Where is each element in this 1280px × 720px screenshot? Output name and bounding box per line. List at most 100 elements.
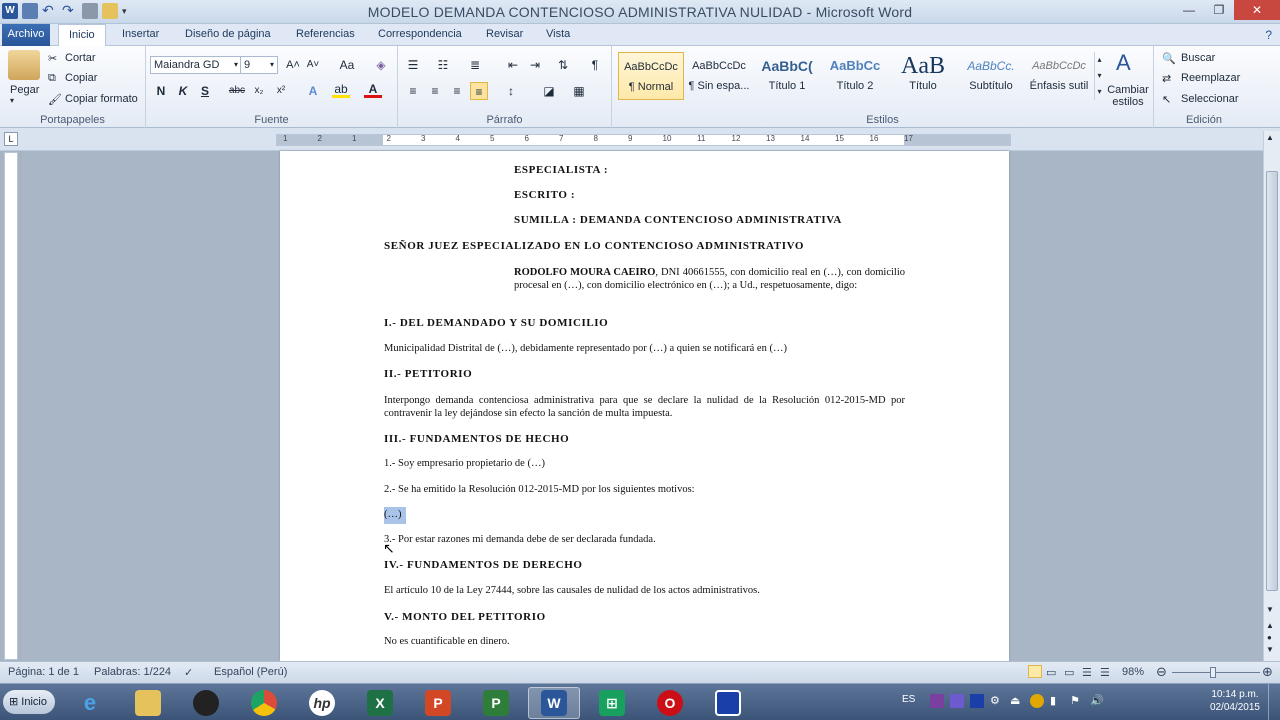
outline-icon[interactable]: ☰	[1082, 666, 1092, 679]
taskbar-publisher[interactable]: P	[470, 687, 522, 719]
justify-icon[interactable]: ≡	[470, 82, 488, 100]
show-desktop-button[interactable]	[1268, 684, 1280, 720]
flag-icon[interactable]: ⚑	[1070, 694, 1084, 708]
usb-icon[interactable]: ⏏	[1010, 694, 1024, 708]
font-color-icon[interactable]: A	[364, 82, 382, 98]
align-left-icon[interactable]: ≡	[404, 82, 422, 100]
paste-icon[interactable]	[8, 50, 40, 80]
scrollbar-thumb[interactable]	[1266, 171, 1278, 591]
word-count[interactable]: Palabras: 1/224	[94, 666, 171, 678]
zoom-level[interactable]: 98%	[1122, 666, 1144, 678]
text-effects-icon[interactable]: A	[304, 82, 322, 100]
tab-archivo[interactable]: Archivo	[2, 24, 50, 46]
taskbar-media[interactable]	[180, 687, 232, 719]
numbering-icon[interactable]: ☷	[434, 56, 452, 74]
strikethrough-button[interactable]: abc	[226, 82, 248, 100]
tab-selector[interactable]: L	[4, 132, 18, 146]
zoom-slider-track[interactable]	[1172, 672, 1260, 673]
sort-icon[interactable]: ⇅	[554, 56, 572, 74]
taskbar-chrome[interactable]	[238, 687, 290, 719]
shading-icon[interactable]: ◪	[540, 82, 558, 100]
paste-dropdown-icon[interactable]: ▾	[10, 96, 14, 105]
style-titulo-2[interactable]: AaBbCc Título 2	[822, 52, 888, 100]
line-spacing-icon[interactable]: ↕	[502, 82, 520, 100]
taskbar-hp[interactable]: hp	[296, 687, 348, 719]
tray-app-icon[interactable]	[970, 694, 984, 708]
paste-button[interactable]: Pegar	[10, 84, 39, 96]
format-painter-button[interactable]: Copiar formato	[65, 93, 138, 105]
network-icon[interactable]: ⚙	[990, 694, 1004, 708]
taskbar-snipping[interactable]	[702, 687, 754, 719]
input-language[interactable]: ES	[902, 694, 915, 705]
bullets-icon[interactable]: ☰	[404, 56, 422, 74]
selected-text[interactable]: (…)	[384, 507, 406, 524]
font-name-combo[interactable]: Maiandra GD ▾	[150, 56, 242, 74]
onenote-icon[interactable]	[930, 694, 944, 708]
language-indicator[interactable]: Español (Perú)	[214, 666, 287, 678]
increase-indent-icon[interactable]: ⇥	[526, 56, 544, 74]
styles-scroll[interactable]: ▴ ▾ ▾	[1094, 52, 1104, 100]
taskbar-excel[interactable]: X	[354, 687, 406, 719]
shrink-font-button[interactable]: A˅	[304, 56, 322, 74]
tray-app-icon[interactable]	[950, 694, 964, 708]
tab-vista[interactable]: Vista	[536, 24, 580, 46]
style-titulo[interactable]: AaB Título	[890, 52, 956, 100]
style-subtitulo[interactable]: AaBbCc. Subtítulo	[958, 52, 1024, 100]
signal-icon[interactable]: ▮	[1050, 694, 1064, 708]
style-normal[interactable]: AaBbCcDc ¶ Normal	[618, 52, 684, 100]
taskbar-ie[interactable]: e	[64, 687, 116, 719]
highlight-icon[interactable]: ab	[332, 82, 350, 98]
grow-font-button[interactable]: A˄	[284, 56, 302, 74]
select-button[interactable]: Seleccionar	[1181, 93, 1238, 105]
close-button[interactable]: ✕	[1234, 0, 1280, 20]
decrease-indent-icon[interactable]: ⇤	[504, 56, 522, 74]
borders-icon[interactable]: ▦	[570, 82, 588, 100]
document-page[interactable]: ESPECIALISTA : ESCRITO : SUMILLA : DEMAN…	[280, 151, 1009, 661]
style-enfasis-sutil[interactable]: AaBbCcDc Énfasis sutil	[1026, 52, 1092, 100]
style-titulo-1[interactable]: AaBbC(Título 1	[754, 52, 820, 100]
zoom-in-button[interactable]: ⊕	[1262, 664, 1273, 680]
draft-icon[interactable]: ☰	[1100, 666, 1110, 679]
browse-object-icon[interactable]: ●	[1267, 633, 1272, 642]
maximize-button[interactable]: ❐	[1204, 0, 1234, 20]
change-styles-button[interactable]: Cambiar estilos	[1106, 84, 1150, 108]
tab-revisar[interactable]: Revisar	[476, 24, 533, 46]
taskbar-calc[interactable]: ⊞	[586, 687, 638, 719]
underline-button[interactable]: S	[196, 82, 214, 100]
help-icon[interactable]: ?	[1265, 28, 1272, 42]
print-layout-icon[interactable]	[1028, 665, 1042, 678]
superscript-button[interactable]: x²	[272, 82, 290, 100]
subscript-button[interactable]: x₂	[250, 82, 268, 100]
taskbar-word[interactable]: W	[528, 687, 580, 719]
minimize-button[interactable]: —	[1174, 0, 1204, 20]
taskbar-powerpoint[interactable]: P	[412, 687, 464, 719]
full-screen-icon[interactable]: ▭	[1046, 666, 1056, 679]
multilevel-list-icon[interactable]: ≣	[466, 56, 484, 74]
taskbar-explorer[interactable]	[122, 687, 174, 719]
start-button[interactable]: ⊞ Inicio	[3, 690, 55, 714]
tab-insertar[interactable]: Insertar	[112, 24, 169, 46]
change-case-button[interactable]: Aa	[334, 56, 360, 74]
zoom-out-button[interactable]: ⊖	[1156, 664, 1167, 680]
volume-icon[interactable]: 🔊	[1090, 694, 1104, 708]
spelling-check-icon[interactable]: ✓	[184, 666, 193, 679]
change-styles-icon[interactable]: A	[1116, 50, 1131, 76]
align-center-icon[interactable]: ≡	[426, 82, 444, 100]
font-size-combo[interactable]: 9 ▾	[240, 56, 278, 74]
style-sin-espaciado[interactable]: AaBbCcDc ¶ Sin espa...	[686, 52, 752, 100]
clear-format-icon[interactable]: ◈	[372, 56, 390, 74]
zoom-slider-handle[interactable]	[1210, 667, 1216, 678]
tab-correspondencia[interactable]: Correspondencia	[368, 24, 472, 46]
show-formatting-button[interactable]: ¶	[586, 56, 604, 74]
copy-button[interactable]: Copiar	[65, 72, 97, 84]
tab-diseno-pagina[interactable]: Diseño de página	[175, 24, 281, 46]
find-button[interactable]: Buscar	[1181, 52, 1215, 64]
replace-button[interactable]: Reemplazar	[1181, 72, 1240, 84]
scroll-up-icon[interactable]: ▲	[1266, 133, 1274, 142]
page-count[interactable]: Página: 1 de 1	[8, 666, 79, 678]
cut-button[interactable]: Cortar	[65, 52, 96, 64]
bold-button[interactable]: N	[152, 82, 170, 100]
security-icon[interactable]	[1030, 694, 1044, 708]
clock[interactable]: 10:14 p.m. 02/04/2015	[1210, 688, 1260, 714]
scroll-down-icon[interactable]: ▼	[1266, 605, 1274, 614]
